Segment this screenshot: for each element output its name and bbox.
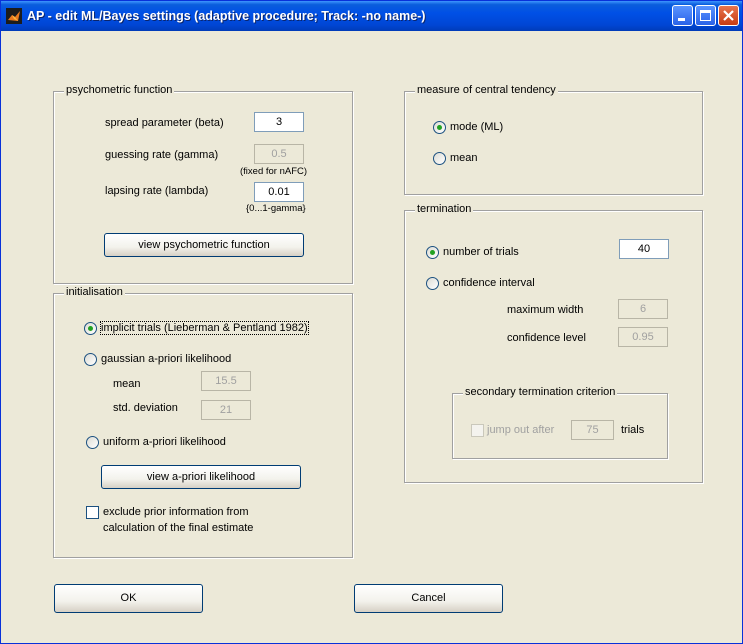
implicit-trials-radio[interactable]	[84, 322, 97, 335]
prior-mean-input: 15.5	[201, 371, 251, 391]
number-of-trials-radio[interactable]	[426, 246, 439, 259]
number-of-trials-label[interactable]: number of trials	[443, 246, 519, 258]
lambda-label: lapsing rate (lambda)	[105, 185, 209, 197]
close-icon	[723, 10, 734, 21]
gamma-input: 0.5	[254, 144, 304, 164]
maximize-button[interactable]	[695, 5, 716, 26]
exclude-prior-label-line2[interactable]: calculation of the final estimate	[103, 522, 253, 534]
window-title: AP - edit ML/Bayes settings (adaptive pr…	[27, 9, 426, 23]
prior-sd-input: 21	[201, 400, 251, 420]
gamma-label: guessing rate (gamma)	[105, 149, 219, 161]
jump-out-trials-input: 75	[571, 420, 614, 440]
secondary-termination-legend: secondary termination criterion	[463, 386, 618, 398]
prior-sd-label: std. deviation	[113, 402, 178, 414]
number-of-trials-input[interactable]: 40	[619, 239, 669, 259]
minimize-icon	[678, 18, 685, 21]
beta-label: spread parameter (beta)	[105, 117, 224, 129]
view-a-priori-likelihood-button[interactable]: view a-priori likelihood	[101, 465, 301, 489]
confidence-interval-radio[interactable]	[426, 277, 439, 290]
dialog-window: AP - edit ML/Bayes settings (adaptive pr…	[0, 0, 743, 644]
gaussian-prior-label[interactable]: gaussian a-priori likelihood	[101, 353, 231, 365]
ok-button[interactable]: OK	[54, 584, 203, 613]
central-mean-label[interactable]: mean	[450, 152, 478, 164]
maximum-width-input: 6	[618, 299, 668, 319]
gaussian-prior-radio[interactable]	[84, 353, 97, 366]
termination-legend: termination	[415, 203, 474, 215]
gamma-note: (fixed for nAFC)	[240, 166, 308, 177]
central-tendency-legend: measure of central tendency	[415, 84, 558, 96]
lambda-note: {0...1-gamma}	[246, 203, 306, 214]
lambda-input[interactable]: 0.01	[254, 182, 304, 202]
matlab-app-icon[interactable]	[6, 8, 22, 24]
title-bar[interactable]: AP - edit ML/Bayes settings (adaptive pr…	[1, 1, 742, 31]
view-psychometric-function-button[interactable]: view psychometric function	[104, 233, 304, 257]
uniform-prior-radio[interactable]	[86, 436, 99, 449]
prior-mean-label: mean	[113, 378, 141, 390]
exclude-prior-label-line1[interactable]: exclude prior information from	[103, 506, 249, 518]
confidence-interval-label[interactable]: confidence interval	[443, 277, 535, 289]
confidence-level-input: 0.95	[618, 327, 668, 347]
central-tendency-group	[404, 91, 703, 195]
jump-out-label: jump out after	[487, 424, 555, 436]
uniform-prior-label[interactable]: uniform a-priori likelihood	[103, 436, 226, 448]
beta-input[interactable]: 3	[254, 112, 304, 132]
jump-out-checkbox	[471, 424, 484, 437]
psychometric-function-legend: psychometric function	[64, 84, 175, 96]
maximize-icon	[700, 10, 711, 21]
minimize-button[interactable]	[672, 5, 693, 26]
initialisation-legend: initialisation	[64, 286, 125, 298]
maximum-width-label: maximum width	[507, 304, 584, 316]
confidence-level-label: confidence level	[507, 332, 586, 344]
jump-out-trials-unit: trials	[621, 424, 645, 436]
central-mean-radio[interactable]	[433, 152, 446, 165]
close-button[interactable]	[718, 5, 739, 26]
exclude-prior-checkbox[interactable]	[86, 506, 99, 519]
cancel-button[interactable]: Cancel	[354, 584, 503, 613]
implicit-trials-label[interactable]: implicit trials (Lieberman & Pentland 19…	[100, 321, 309, 335]
mode-ml-radio[interactable]	[433, 121, 446, 134]
mode-ml-label[interactable]: mode (ML)	[450, 121, 503, 133]
